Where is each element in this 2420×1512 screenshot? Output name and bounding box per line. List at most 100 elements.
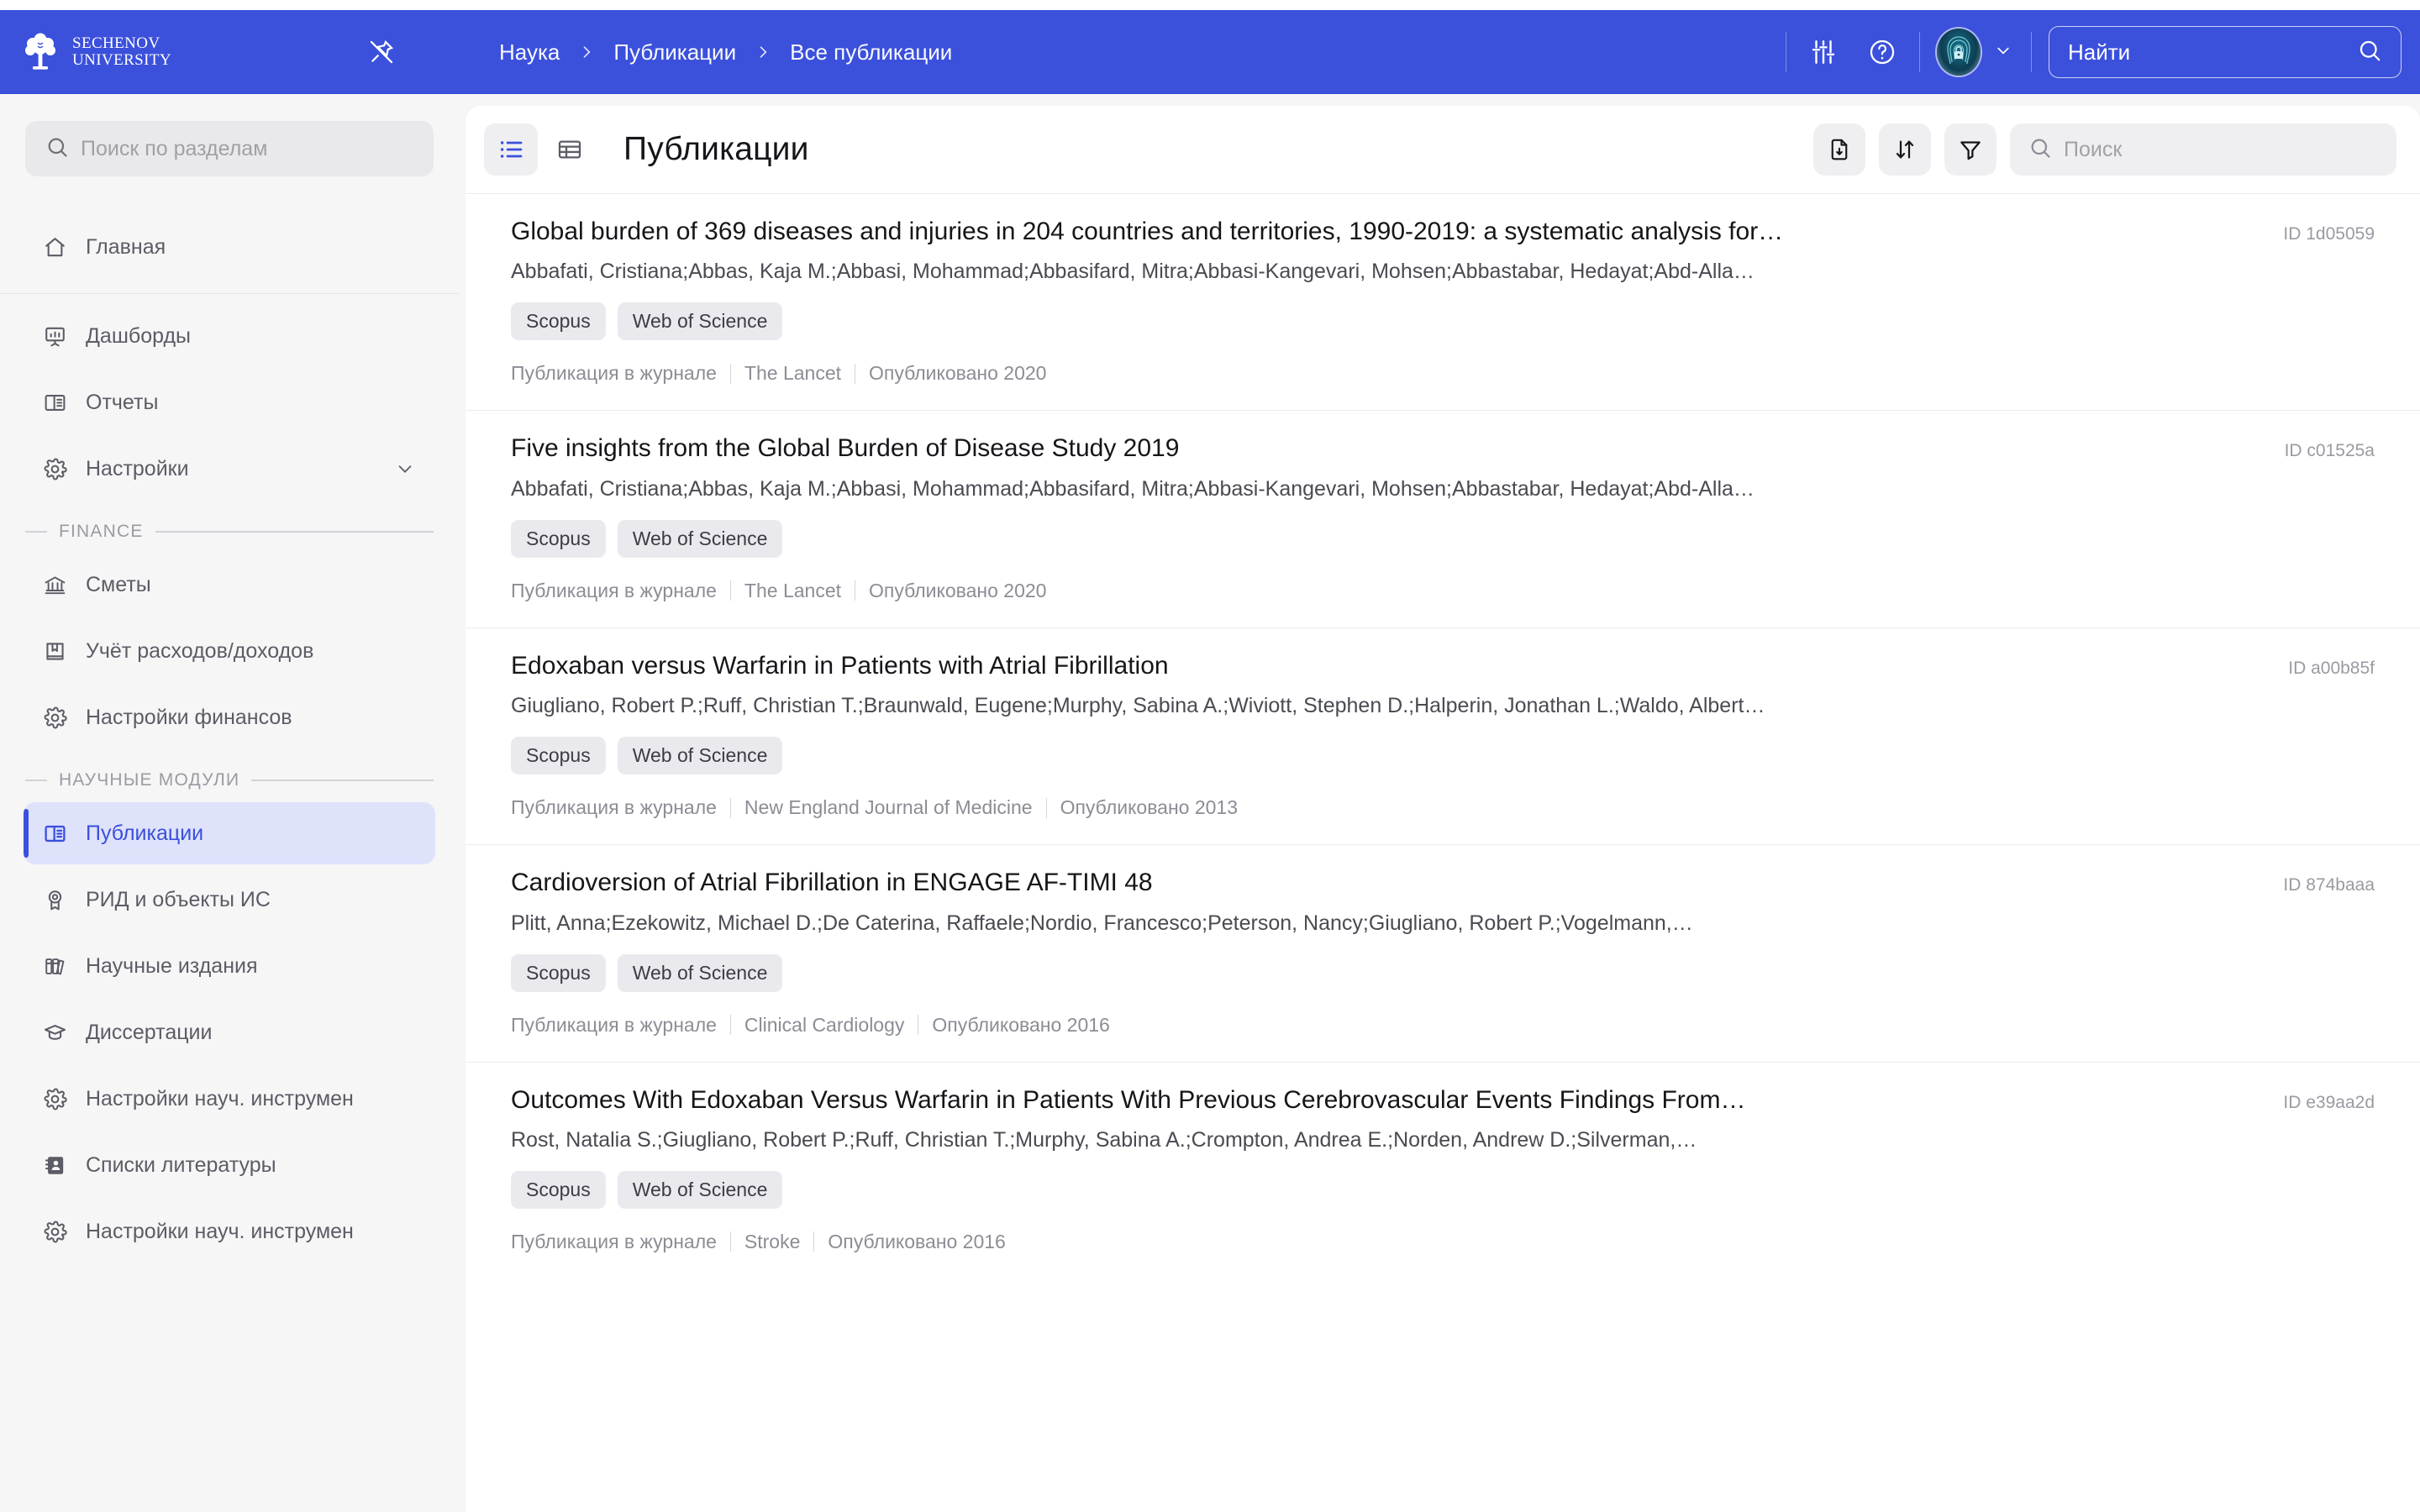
sidebar-item-rid[interactable]: РИД и объекты ИС xyxy=(24,869,435,931)
publication-authors: Abbafati, Cristiana;Abbas, Kaja M.;Abbas… xyxy=(511,260,1754,284)
publication-published: Опубликовано 2016 xyxy=(932,1013,1110,1036)
search-icon xyxy=(2028,136,2052,164)
publication-item[interactable]: Global burden of 369 diseases and injuri… xyxy=(466,193,2420,410)
sort-icon[interactable] xyxy=(1879,123,1931,176)
publication-title[interactable]: Outcomes With Edoxaban Versus Warfarin i… xyxy=(511,1084,2266,1116)
sidebar-item-label: Настройки финансов xyxy=(86,705,292,729)
publication-item[interactable]: Cardioversion of Atrial Fibrillation in … xyxy=(466,844,2420,1061)
publication-tags: Scopus Web of Science xyxy=(511,953,2375,992)
tag-web-of-science[interactable]: Web of Science xyxy=(617,302,783,341)
publication-type: Публикация в журнале xyxy=(511,796,717,819)
sidebar-item-bibliography-lists[interactable]: Списки литературы xyxy=(24,1134,435,1196)
sidebar-item-reports[interactable]: Отчеты xyxy=(24,371,435,433)
filter-icon[interactable] xyxy=(1944,123,1996,176)
publication-title[interactable]: Five insights from the Global Burden of … xyxy=(511,433,2268,465)
sidebar-item-income-expense[interactable]: Учёт расходов/доходов xyxy=(24,620,435,682)
divider xyxy=(1919,32,1920,72)
search-icon xyxy=(45,135,69,163)
graduation-cap-icon xyxy=(42,1020,67,1045)
publication-id: ID 874baaa xyxy=(2283,875,2375,895)
pin-off-icon[interactable] xyxy=(365,35,398,69)
sidebar-item-finance-settings[interactable]: Настройки финансов xyxy=(24,686,435,748)
publication-item[interactable]: Edoxaban versus Warfarin in Patients wit… xyxy=(466,627,2420,844)
tag-scopus[interactable]: Scopus xyxy=(511,953,606,992)
brand-logo[interactable]: SECHENOV UNIVERSITY xyxy=(20,32,356,72)
publication-meta: Публикация в журнале The Lancet Опублико… xyxy=(511,580,2375,602)
tag-web-of-science[interactable]: Web of Science xyxy=(617,737,783,775)
books-icon xyxy=(42,953,67,979)
tag-scopus[interactable]: Scopus xyxy=(511,737,606,775)
sidebar-item-publications[interactable]: Публикации xyxy=(24,802,435,864)
gear-icon xyxy=(42,456,67,481)
sidebar: Поиск по разделам Главная Дашборды Отчет… xyxy=(0,94,459,1512)
publication-journal: New England Journal of Medicine xyxy=(744,796,1033,819)
panel-search-input[interactable]: Поиск xyxy=(2010,123,2396,176)
tag-web-of-science[interactable]: Web of Science xyxy=(617,1170,783,1209)
sidebar-item-label: Учёт расходов/доходов xyxy=(86,638,314,663)
publication-title[interactable]: Cardioversion of Atrial Fibrillation in … xyxy=(511,867,2266,899)
export-file-icon[interactable] xyxy=(1813,123,1865,176)
publication-title[interactable]: Edoxaban versus Warfarin in Patients wit… xyxy=(511,650,2271,682)
top-strip xyxy=(0,0,2420,10)
publication-item[interactable]: Five insights from the Global Burden of … xyxy=(466,410,2420,627)
sidebar-search-input[interactable]: Поиск по разделам xyxy=(25,121,434,176)
publication-title[interactable]: Global burden of 369 diseases and injuri… xyxy=(511,216,2266,248)
sidebar-item-label: РИД и объекты ИС xyxy=(86,887,271,911)
sliders-icon[interactable] xyxy=(1803,32,1844,72)
sidebar-item-dashboards[interactable]: Дашборды xyxy=(24,305,435,367)
header-search-placeholder: Найти xyxy=(2068,39,2131,65)
publication-id: ID c01525a xyxy=(2284,441,2375,461)
publication-journal: Clinical Cardiology xyxy=(744,1013,905,1036)
search-icon[interactable] xyxy=(2357,38,2382,67)
sidebar-group-label: FINANCE xyxy=(59,522,144,541)
list-view-icon[interactable] xyxy=(484,123,538,176)
gear-icon xyxy=(42,1086,67,1111)
divider xyxy=(155,531,434,533)
tag-scopus[interactable]: Scopus xyxy=(511,302,606,341)
chevron-down-icon[interactable] xyxy=(393,459,417,478)
user-menu[interactable] xyxy=(1937,29,2014,76)
help-circle-icon[interactable] xyxy=(1862,32,1902,72)
publications-panel: Публикации Поиск Global burden of 369 di… xyxy=(466,106,2420,1512)
sidebar-search-placeholder: Поиск по разделам xyxy=(81,136,268,160)
gear-icon xyxy=(42,1219,67,1244)
publication-type: Публикация в журнале xyxy=(511,1230,717,1252)
publication-published: Опубликовано 2016 xyxy=(828,1230,1006,1252)
bank-icon xyxy=(42,572,67,597)
divider xyxy=(729,363,731,384)
sidebar-item-estimates[interactable]: Сметы xyxy=(24,554,435,616)
sidebar-item-science-tools-settings[interactable]: Настройки науч. инструмен xyxy=(24,1068,435,1130)
chevron-right-icon xyxy=(578,41,595,63)
breadcrumb-item-0[interactable]: Наука xyxy=(499,39,560,66)
publication-item[interactable]: Outcomes With Edoxaban Versus Warfarin i… xyxy=(466,1061,2420,1278)
publication-authors: Plitt, Anna;Ezekowitz, Michael D.;De Cat… xyxy=(511,911,1693,935)
sidebar-item-label: Главная xyxy=(86,234,166,259)
publication-tags: Scopus Web of Science xyxy=(511,737,2375,775)
tag-web-of-science[interactable]: Web of Science xyxy=(617,519,783,558)
sidebar-item-dissertations[interactable]: Диссертации xyxy=(24,1001,435,1063)
breadcrumb-item-2[interactable]: Все публикации xyxy=(790,39,952,66)
header-search-input[interactable]: Найти xyxy=(2049,26,2402,78)
tag-scopus[interactable]: Scopus xyxy=(511,519,606,558)
divider xyxy=(813,1231,815,1252)
divider xyxy=(729,1015,731,1036)
sidebar-item-label: Настройки науч. инструмен xyxy=(86,1219,354,1243)
publication-authors: Abbafati, Cristiana;Abbas, Kaja M.;Abbas… xyxy=(511,476,1754,501)
publication-type: Публикация в журнале xyxy=(511,1013,717,1036)
sidebar-item-home[interactable]: Главная xyxy=(24,216,435,278)
breadcrumb: Наука Публикации Все публикации xyxy=(499,39,952,66)
publication-type: Публикация в журнале xyxy=(511,579,717,601)
divider xyxy=(2031,32,2032,72)
contact-book-icon xyxy=(42,1152,67,1178)
main-content: Публикации Поиск Global burden of 369 di… xyxy=(459,94,2420,1512)
sidebar-item-settings[interactable]: Настройки xyxy=(24,438,435,500)
sidebar-item-label: Публикации xyxy=(86,821,204,845)
tag-scopus[interactable]: Scopus xyxy=(511,1170,606,1209)
sidebar-item-scientific-editions[interactable]: Научные издания xyxy=(24,935,435,997)
page-title: Публикации xyxy=(623,131,809,167)
chevron-down-icon[interactable] xyxy=(1992,42,2014,63)
table-view-icon[interactable] xyxy=(543,123,597,176)
sidebar-item-science-tools-settings-2[interactable]: Настройки науч. инструмен xyxy=(24,1200,435,1263)
tag-web-of-science[interactable]: Web of Science xyxy=(617,953,783,992)
breadcrumb-item-1[interactable]: Публикации xyxy=(613,39,736,66)
